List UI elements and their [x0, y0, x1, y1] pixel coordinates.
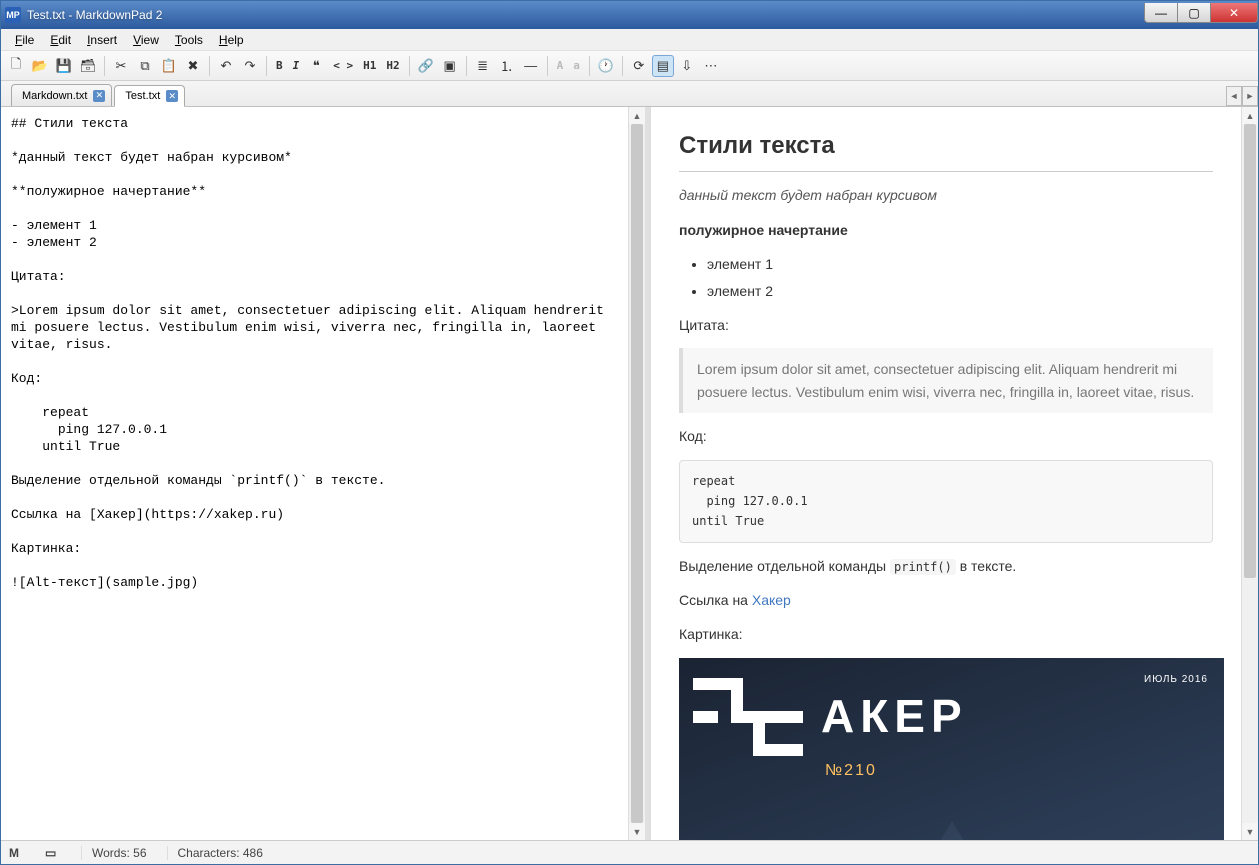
- h1-button[interactable]: H1: [359, 55, 380, 77]
- titlebar: MP Test.txt - MarkdownPad 2 — ▢ ✕: [1, 1, 1258, 29]
- magazine-logo-text: АКЕР: [821, 680, 968, 754]
- inline-code-paragraph: Выделение отдельной команды printf() в т…: [679, 555, 1213, 577]
- cut-icon[interactable]: ✂: [110, 55, 132, 77]
- paste-icon[interactable]: 📋: [158, 55, 180, 77]
- menu-insert[interactable]: Insert: [79, 31, 125, 49]
- preview-code-block: repeat ping 127.0.0.1 until True: [679, 460, 1213, 543]
- export-icon[interactable]: ⇩: [676, 55, 698, 77]
- window-title: Test.txt - MarkdownPad 2: [27, 8, 1145, 22]
- scroll-down-icon[interactable]: ▼: [1242, 823, 1258, 840]
- close-tab-icon[interactable]: ✕: [166, 90, 178, 102]
- preview-pane: Стили текста данный текст будет набран к…: [651, 107, 1241, 840]
- book-icon[interactable]: ▭: [45, 846, 61, 860]
- save-all-icon[interactable]: 🗃: [77, 55, 99, 77]
- magazine-date: ИЮЛЬ 2016: [1144, 672, 1208, 688]
- list-item: элемент 2: [707, 280, 1213, 302]
- ordered-list-icon[interactable]: ⒈: [496, 55, 518, 77]
- h2-button[interactable]: H2: [382, 55, 403, 77]
- magazine-logo-icon: [693, 678, 803, 756]
- image-icon[interactable]: ▣: [439, 55, 461, 77]
- bold-button[interactable]: B: [272, 55, 287, 77]
- save-icon[interactable]: 💾: [53, 55, 75, 77]
- open-file-icon[interactable]: 📂: [29, 55, 51, 77]
- preview-heading: Стили текста: [679, 127, 1213, 172]
- menu-file[interactable]: File: [7, 31, 42, 49]
- word-count: Words: 56: [81, 846, 147, 860]
- quote-label: Цитата:: [679, 314, 1213, 336]
- magazine-issue: №210: [825, 758, 1210, 784]
- menu-tools[interactable]: Tools: [167, 31, 211, 49]
- image-label: Картинка:: [679, 623, 1213, 645]
- char-count: Characters: 486: [167, 846, 263, 860]
- close-tab-icon[interactable]: ✕: [93, 90, 105, 102]
- tab-scroll-right-icon[interactable]: ►: [1242, 86, 1258, 106]
- toggle-preview-icon[interactable]: ▤: [652, 55, 674, 77]
- menubar: File Edit Insert View Tools Help: [1, 29, 1258, 51]
- app-icon: MP: [5, 7, 21, 23]
- more-icon[interactable]: ⋯: [700, 55, 722, 77]
- code-label: Код:: [679, 425, 1213, 447]
- magazine-art-icon: [842, 821, 1062, 840]
- delete-icon[interactable]: ✖: [182, 55, 204, 77]
- tab-markdown[interactable]: Markdown.txt ✕: [11, 84, 112, 106]
- timestamp-icon[interactable]: 🕐: [595, 55, 617, 77]
- code-button[interactable]: < >: [329, 55, 357, 77]
- tabstrip: Markdown.txt ✕ Test.txt ✕ ◄ ►: [1, 81, 1258, 107]
- menu-view[interactable]: View: [125, 31, 167, 49]
- list-item: элемент 1: [707, 253, 1213, 275]
- toolbar: 🗋 📂 💾 🗃 ✂ ⧉ 📋 ✖ ↶ ↷ B I ❝ < > H1 H2 🔗 ▣ …: [1, 51, 1258, 81]
- scroll-up-icon[interactable]: ▲: [1242, 107, 1258, 124]
- menu-edit[interactable]: Edit: [42, 31, 79, 49]
- maximize-button[interactable]: ▢: [1177, 3, 1211, 23]
- editor-scrollbar[interactable]: ▲ ▼: [628, 107, 645, 840]
- editor-pane[interactable]: ## Стили текста *данный текст будет набр…: [1, 107, 628, 840]
- tab-scroll-left-icon[interactable]: ◄: [1226, 86, 1242, 106]
- undo-icon[interactable]: ↶: [215, 55, 237, 77]
- markdown-mode-icon[interactable]: M: [9, 846, 25, 860]
- scroll-up-icon[interactable]: ▲: [629, 107, 645, 124]
- quote-icon[interactable]: ❝: [305, 55, 327, 77]
- menu-help[interactable]: Help: [211, 31, 252, 49]
- unordered-list-icon[interactable]: ≣: [472, 55, 494, 77]
- close-button[interactable]: ✕: [1210, 3, 1258, 23]
- redo-icon[interactable]: ↷: [239, 55, 261, 77]
- italic-button[interactable]: I: [289, 55, 304, 77]
- preview-bold: полужирное начертание: [679, 222, 848, 238]
- tab-label: Test.txt: [125, 90, 160, 102]
- tab-label: Markdown.txt: [22, 90, 87, 102]
- preview-blockquote: Lorem ipsum dolor sit amet, consectetuer…: [679, 348, 1213, 413]
- link-icon[interactable]: 🔗: [415, 55, 437, 77]
- lowercase-button[interactable]: a: [569, 55, 584, 77]
- statusbar: M ▭ Words: 56 Characters: 486: [1, 840, 1258, 864]
- preview-scrollbar[interactable]: ▲ ▼: [1241, 107, 1258, 840]
- inline-code: printf(): [890, 559, 956, 575]
- new-file-icon[interactable]: 🗋: [5, 55, 27, 77]
- preview-italic: данный текст будет набран курсивом: [679, 187, 937, 203]
- tab-test[interactable]: Test.txt ✕: [114, 85, 185, 107]
- preview-list: элемент 1 элемент 2: [707, 253, 1213, 302]
- scroll-down-icon[interactable]: ▼: [629, 823, 645, 840]
- preview-link[interactable]: Хакер: [752, 592, 791, 608]
- preview-image: ИЮЛЬ 2016: [679, 658, 1224, 840]
- refresh-icon[interactable]: ⟳: [628, 55, 650, 77]
- minimize-button[interactable]: —: [1144, 3, 1178, 23]
- uppercase-button[interactable]: A: [553, 55, 568, 77]
- copy-icon[interactable]: ⧉: [134, 55, 156, 77]
- hr-icon[interactable]: —: [520, 55, 542, 77]
